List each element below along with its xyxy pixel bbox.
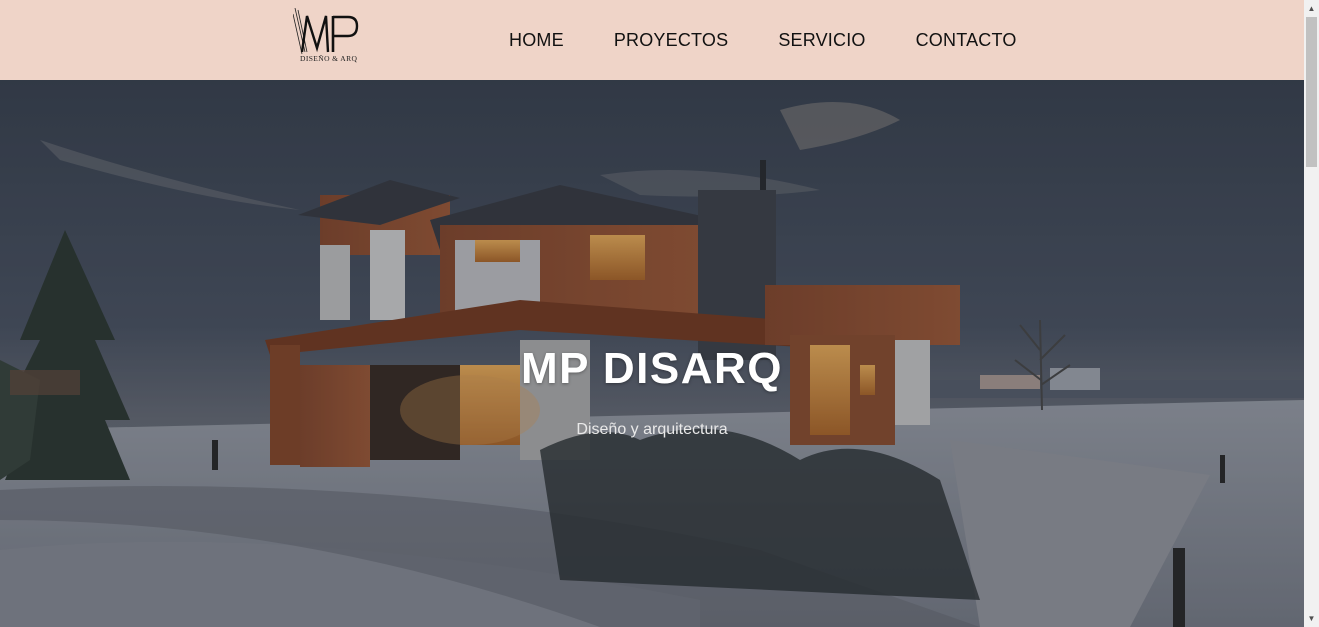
page-scrollbar[interactable]: ▲ ▼ (1304, 0, 1319, 627)
nav-proyectos[interactable]: PROYECTOS (614, 30, 729, 50)
hero-title: MP DISARQ (520, 344, 784, 393)
hero-subtitle: Diseño y arquitectura (576, 421, 728, 438)
triangle-down-icon[interactable]: ▼ (1304, 610, 1319, 627)
page: DISEÑO & ARQ HOME PROYECTOS SERVICIO CON… (0, 0, 1304, 627)
main-nav: HOME PROYECTOS SERVICIO CONTACTO (509, 30, 1017, 50)
site-header: DISEÑO & ARQ HOME PROYECTOS SERVICIO CON… (0, 0, 1304, 80)
logo-subtitle: DISEÑO & ARQ (300, 54, 358, 63)
scrollbar-thumb[interactable] (1306, 17, 1317, 167)
logo-mark-icon (293, 8, 359, 55)
triangle-up-icon[interactable]: ▲ (1304, 0, 1319, 17)
site-logo[interactable]: DISEÑO & ARQ (293, 8, 363, 66)
nav-contacto[interactable]: CONTACTO (916, 30, 1017, 50)
nav-home[interactable]: HOME (509, 30, 564, 50)
nav-servicio[interactable]: SERVICIO (778, 30, 865, 50)
hero-section: MP DISARQ Diseño y arquitectura (0, 80, 1304, 627)
